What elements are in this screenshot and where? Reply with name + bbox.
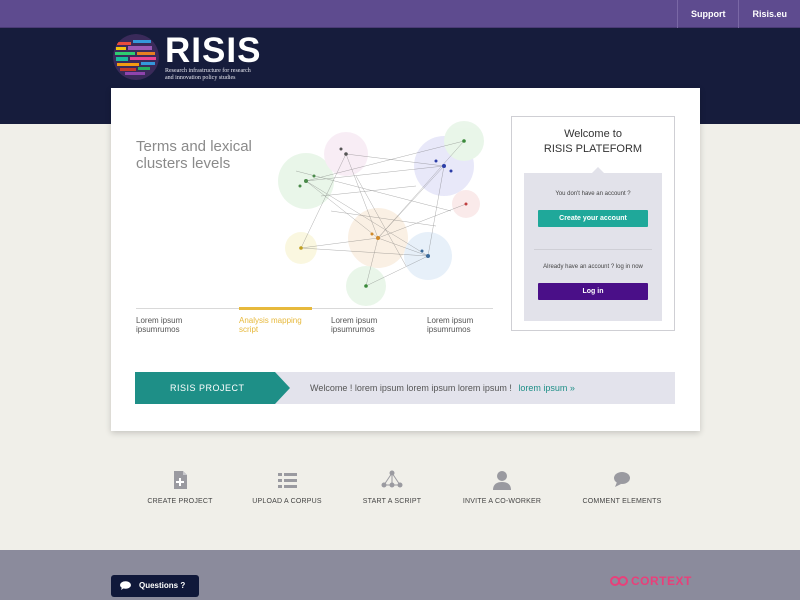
top-links: Support Risis.eu [676,0,800,28]
feature-label: CREATE PROJECT [147,498,213,505]
project-arrow [275,372,290,404]
support-link[interactable]: Support [676,0,739,28]
account-box: You don't have an account ? Create your … [524,167,662,321]
logo-subtitle-line1: Research infrastructure for research [165,68,251,74]
logo-subtitle-line2: and innovation policy studies [165,75,236,81]
cortext-mark-icon [610,576,628,586]
welcome-title: Welcome to RISIS PLATEFORM [512,127,674,157]
tab-lorem-3[interactable]: Lorem ipsum ipsumrumos [427,309,493,339]
risis-eu-link[interactable]: Risis.eu [738,0,800,28]
feature-upload-corpus[interactable]: UPLOAD A CORPUS [227,468,347,505]
project-link[interactable]: lorem ipsum » [518,383,575,393]
hero-title: Terms and lexical clusters levels [136,138,252,172]
comment-icon [614,472,630,487]
login-button[interactable]: Log in [538,283,648,300]
tab-label-line2: script [239,325,259,334]
logo-title: RISIS [165,31,262,70]
tab-lorem-2[interactable]: Lorem ipsum ipsumrumos [331,309,411,339]
tab-lorem-1[interactable]: Lorem ipsum ipsumrumos [136,309,226,339]
feature-start-script[interactable]: START A SCRIPT [332,468,452,505]
tab-label-line2: ipsumrumos [331,325,375,334]
questions-button[interactable]: Questions ? [111,575,199,597]
welcome-panel: Welcome to RISIS PLATEFORM You don't hav… [511,116,675,331]
no-account-text: You don't have an account ? [555,191,631,197]
document-plus-icon [174,471,187,489]
user-icon [493,471,511,490]
tab-label-line2: ipsumrumos [136,325,180,334]
divider [534,249,652,250]
feature-label: UPLOAD A CORPUS [252,498,322,505]
project-text: Welcome ! lorem ipsum lorem ipsum lorem … [310,383,512,393]
footer: Questions ? CORTEXT [0,550,800,600]
create-account-button[interactable]: Create your account [538,210,648,227]
questions-label: Questions ? [139,581,186,590]
logo[interactable]: RISIS Research infrastructure for resear… [113,31,285,82]
project-bar: RISIS PROJECT Welcome ! lorem ipsum lore… [135,372,675,404]
list-icon [278,473,297,488]
feature-label: COMMENT ELEMENTS [582,498,662,505]
project-message: Welcome ! lorem ipsum lorem ipsum lorem … [310,372,575,404]
cortext-word: CORTEXT [631,574,692,588]
chat-bubble-icon [120,581,131,590]
welcome-line1: Welcome to [564,128,622,140]
hero-card: Terms and lexical clusters levels Lorem … [111,88,700,431]
tab-label-line1: Lorem ipsum [427,316,474,325]
feature-invite-coworker[interactable]: INVITE A CO-WORKER [442,468,562,505]
welcome-line2: RISIS PLATEFORM [543,143,643,155]
feature-label: INVITE A CO-WORKER [462,498,542,505]
pointer-arrow [592,167,604,173]
tab-label-line1: Analysis mapping [239,316,302,325]
feature-comment-elements[interactable]: COMMENT ELEMENTS [562,468,682,505]
network-graph-image [278,121,484,306]
tab-label-line2: ipsumrumos [427,325,471,334]
tab-label-line1: Lorem ipsum [331,316,378,325]
tab-label-line1: Lorem ipsum [136,316,183,325]
project-label: RISIS PROJECT [135,372,275,404]
analysis-tabs: Lorem ipsum ipsumrumos Analysis mapping … [136,307,493,339]
feature-label: START A SCRIPT [362,498,422,505]
cortext-logo[interactable]: CORTEXT [610,574,692,588]
tab-analysis-mapping[interactable]: Analysis mapping script [239,307,312,337]
have-account-text: Already have an account ? log in now [543,264,643,270]
network-icon [381,470,403,488]
feature-create-project[interactable]: CREATE PROJECT [120,468,240,505]
logo-wordcloud-icon [113,34,159,80]
logo-text: RISIS Research infrastructure for resear… [165,31,285,82]
top-bar: Support Risis.eu [0,0,800,28]
logo-subtitle: Research infrastructure for research and… [165,68,285,82]
